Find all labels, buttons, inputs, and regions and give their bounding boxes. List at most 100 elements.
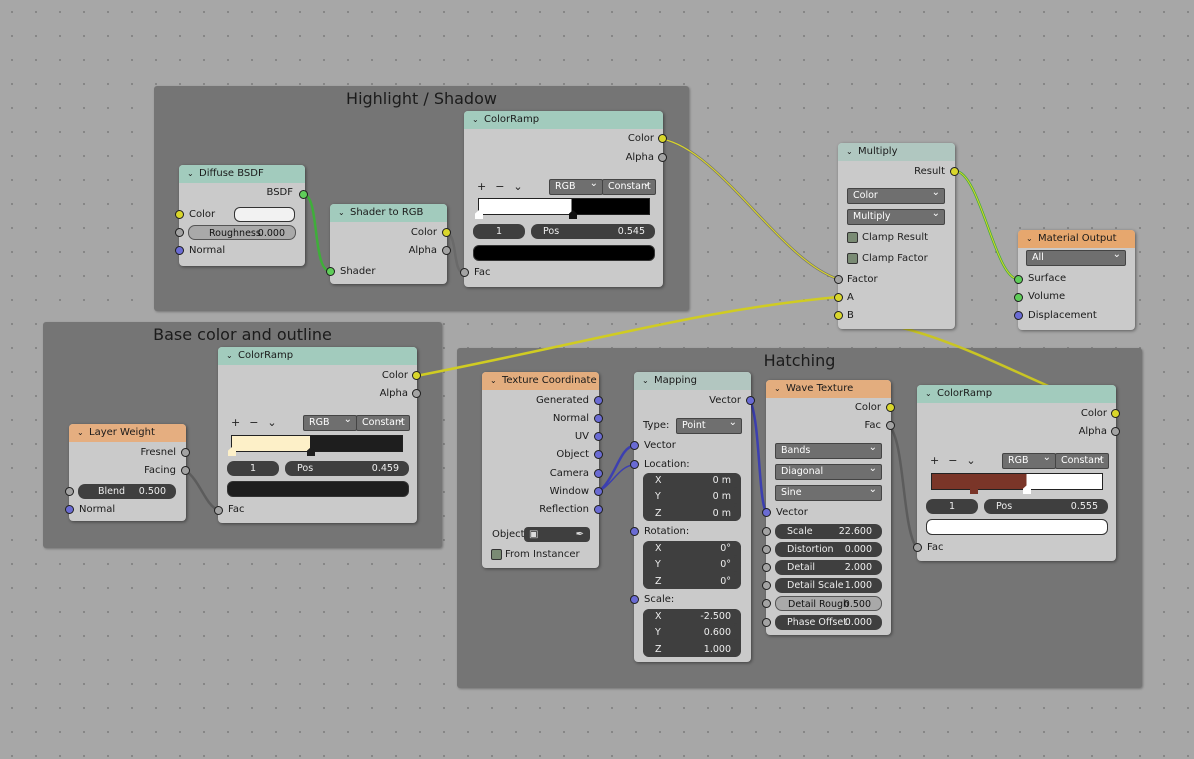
interpolation-select[interactable]: Constant — [356, 413, 410, 431]
socket-distortion-in[interactable] — [762, 545, 771, 554]
roughness-field[interactable]: Roughness 0.000 — [188, 225, 296, 240]
stop-color-swatch[interactable] — [926, 519, 1108, 535]
node-header[interactable]: ⌄ Mapping — [634, 372, 751, 390]
collapse-chevron-icon[interactable]: ⌄ — [1026, 230, 1038, 248]
collapse-chevron-icon[interactable]: ⌄ — [846, 143, 858, 161]
socket-normal-in[interactable] — [65, 505, 74, 514]
socket-fac-in[interactable] — [460, 268, 469, 277]
socket-rotation-in[interactable] — [630, 527, 639, 536]
ramp-tools[interactable]: +−⌄ — [477, 180, 532, 193]
socket-alpha-out[interactable] — [1111, 427, 1120, 436]
socket-vector-in[interactable] — [630, 441, 639, 450]
socket-color-out[interactable] — [658, 134, 667, 143]
blend-type-select[interactable]: Color — [847, 186, 945, 204]
socket-scale-in[interactable] — [762, 527, 771, 536]
ramp-stop[interactable] — [970, 485, 978, 494]
scale-field[interactable]: Scale 22.600 — [775, 524, 882, 539]
socket-normal-out[interactable] — [594, 414, 603, 423]
collapse-chevron-icon[interactable]: ⌄ — [490, 372, 502, 390]
rotation-y-field[interactable]: Y 0° — [643, 557, 741, 572]
stop-index-field[interactable]: 1 — [227, 461, 279, 476]
ramp-stop-active[interactable] — [1023, 485, 1031, 494]
scale-z-field[interactable]: Z 1.000 — [643, 642, 741, 657]
socket-generated-out[interactable] — [594, 396, 603, 405]
socket-vector-out[interactable] — [746, 396, 755, 405]
ramp-stop[interactable] — [475, 210, 483, 219]
collapse-chevron-icon[interactable]: ⌄ — [774, 380, 786, 398]
node-header[interactable]: ⌄ Layer Weight — [69, 424, 186, 442]
wave-type-select[interactable]: Bands — [775, 441, 882, 459]
color-swatch[interactable] — [234, 207, 295, 222]
node-header[interactable]: ⌄ ColorRamp — [917, 385, 1116, 403]
node-header[interactable]: ⌄ Shader to RGB — [330, 204, 447, 222]
socket-color-out[interactable] — [1111, 409, 1120, 418]
socket-vector-in[interactable] — [762, 508, 771, 517]
socket-fac-in[interactable] — [214, 506, 223, 515]
collapse-chevron-icon[interactable]: ⌄ — [226, 347, 238, 365]
node-header[interactable]: ⌄ Wave Texture — [766, 380, 891, 398]
from-instancer-checkbox[interactable] — [491, 549, 502, 560]
color-ramp-bar[interactable] — [475, 198, 650, 219]
detail-field[interactable]: Detail 2.000 — [775, 560, 882, 575]
socket-color-out[interactable] — [442, 228, 451, 237]
socket-roughness-in[interactable] — [175, 228, 184, 237]
blend-field[interactable]: Blend 0.500 — [78, 484, 176, 499]
collapse-chevron-icon[interactable]: ⌄ — [187, 165, 199, 183]
scale-x-field[interactable]: X -2.500 — [643, 609, 741, 624]
color-mode-select[interactable]: RGB — [549, 177, 603, 195]
socket-alpha-out[interactable] — [412, 389, 421, 398]
collapse-chevron-icon[interactable]: ⌄ — [642, 372, 654, 390]
target-select[interactable]: All — [1026, 248, 1126, 266]
socket-blend-in[interactable] — [65, 487, 74, 496]
eyedropper-icon[interactable]: ✒ — [576, 527, 584, 542]
node-texture-coordinate[interactable]: ⌄ Texture Coordinate Generated Normal UV … — [482, 372, 599, 568]
node-header[interactable]: ⌄ Multiply — [838, 143, 955, 161]
socket-alpha-out[interactable] — [658, 153, 667, 162]
stop-color-swatch[interactable] — [473, 245, 655, 261]
socket-color-in[interactable] — [175, 210, 184, 219]
socket-fac-out[interactable] — [886, 421, 895, 430]
rotation-x-field[interactable]: X 0° — [643, 541, 741, 556]
node-colorramp-highlight[interactable]: ⌄ColorRamp Color Alpha +−⌄ RGB Constant … — [464, 111, 663, 287]
socket-detail-scale-in[interactable] — [762, 581, 771, 590]
socket-detail-in[interactable] — [762, 563, 771, 572]
collapse-chevron-icon[interactable]: ⌄ — [925, 385, 937, 403]
stop-position-field[interactable]: Pos 0.555 — [984, 499, 1108, 514]
stop-index-field[interactable]: 1 — [473, 224, 525, 239]
ramp-stop-active[interactable] — [307, 447, 315, 456]
node-wave-texture[interactable]: ⌄Wave Texture Color Fac Bands Diagonal S… — [766, 380, 891, 635]
socket-a-in[interactable] — [834, 293, 843, 302]
color-mode-select[interactable]: RGB — [303, 413, 357, 431]
socket-volume-in[interactable] — [1014, 293, 1023, 302]
color-ramp-bar[interactable] — [931, 473, 1103, 494]
type-select[interactable]: Point — [676, 416, 742, 434]
phase-offset-field[interactable]: Phase Offset 0.000 — [775, 615, 882, 630]
distortion-field[interactable]: Distortion 0.000 — [775, 542, 882, 557]
socket-scale-in[interactable] — [630, 595, 639, 604]
stop-index-field[interactable]: 1 — [926, 499, 978, 514]
ramp-stop-active[interactable] — [569, 210, 577, 219]
socket-alpha-out[interactable] — [442, 246, 451, 255]
socket-location-in[interactable] — [630, 460, 639, 469]
ramp-tools[interactable]: +−⌄ — [231, 416, 286, 429]
collapse-chevron-icon[interactable]: ⌄ — [472, 111, 484, 129]
socket-camera-out[interactable] — [594, 469, 603, 478]
node-diffuse-bsdf[interactable]: ⌄ Diffuse BSDF BSDF Color Roughness 0.000 … — [179, 165, 305, 266]
wave-direction-select[interactable]: Diagonal — [775, 462, 882, 480]
detail-roughness-field[interactable]: Detail Rough 0.500 — [775, 596, 882, 611]
socket-bsdf-out[interactable] — [299, 190, 308, 199]
socket-factor-in[interactable] — [834, 275, 843, 284]
socket-color-out[interactable] — [886, 403, 895, 412]
stop-color-swatch[interactable] — [227, 481, 409, 497]
socket-result-out[interactable] — [950, 167, 959, 176]
socket-displacement-in[interactable] — [1014, 311, 1023, 320]
socket-color-out[interactable] — [412, 371, 421, 380]
socket-facing-out[interactable] — [181, 466, 190, 475]
clamp-result-checkbox[interactable] — [847, 232, 858, 243]
ramp-stop[interactable] — [228, 447, 236, 456]
object-picker-field[interactable]: ▣ ✒ — [524, 527, 590, 542]
node-header[interactable]: ⌄ ColorRamp — [218, 347, 417, 365]
socket-window-out[interactable] — [594, 487, 603, 496]
socket-object-out[interactable] — [594, 450, 603, 459]
node-material-output[interactable]: ⌄Material Output All Surface Volume Disp… — [1018, 230, 1135, 330]
